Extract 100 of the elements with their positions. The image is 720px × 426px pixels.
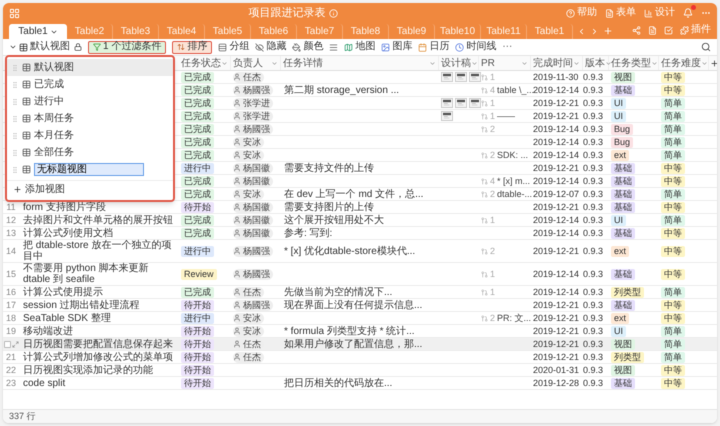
tag: 待开始 — [181, 300, 214, 310]
pull-request-icon — [481, 178, 488, 184]
owner-chip: 张学进 — [233, 110, 273, 122]
lock-icon[interactable] — [74, 43, 82, 51]
pull-request-icon — [481, 100, 488, 106]
column-header[interactable]: 任务类型 — [609, 56, 659, 70]
pr-text: PR: 文... — [497, 312, 532, 324]
toolbar-button[interactable]: 颜色 — [292, 41, 324, 53]
task-title: 日历视图实现添加记录的功能 — [23, 364, 154, 376]
scroll-right-icon[interactable] — [590, 26, 599, 36]
document-icon[interactable] — [648, 26, 657, 34]
drag-handle-icon — [11, 98, 19, 106]
column-header[interactable]: 完成时间 — [531, 56, 583, 70]
table-row[interactable]: 18 SeaTable SDK 整理 进行中 安冰 2 PR: 文... 2019-12-21 0.9.3 ext 中等 — [3, 312, 717, 325]
table-row[interactable]: 日历视图需要把配置信息保存起来 待开始 任杰 如果用户修改了配置信息，那... 2019-12-21 0.9.3 视图 简单 — [3, 338, 717, 351]
table-row[interactable]: 22 日历视图实现添加记录的功能 待开始 2020-01-31 0.9.3 视图 中等 — [3, 364, 717, 377]
table-row[interactable]: 16 计算公式使用提示 已完成 任杰 先做当前为空的情况下... 1 2019-12-14 0.9.3 列类型 简单 — [3, 286, 717, 299]
toolbar-button[interactable]: 隐藏 — [255, 41, 286, 53]
table-row[interactable]: 11 form 支持图片字段 待开始 杨国徽 需要支持图片的上传 2019-12-21 0.9.3 基础 中等 — [3, 201, 717, 214]
share-icon[interactable] — [632, 26, 641, 34]
table-row[interactable]: 17 session 过期出错处理流程 待开始 杨國强 现在界面上没有任何提示信息... 2019-12-21 0.9.3 基础 中等 — [3, 299, 717, 312]
tag: 已完成 — [181, 188, 214, 200]
version-text: 0.9.3 — [583, 245, 604, 257]
date-text: 2019-12-14 — [533, 84, 580, 96]
table-row[interactable]: 12 去掉图片和文件单元格的展开按钮 已完成 杨国徽 这个展开按钮用处不大 1 2019-12-14 0.9.3 UI 简单 — [3, 214, 717, 227]
column-header[interactable]: 任务详情 — [281, 56, 439, 70]
table-icon — [22, 165, 31, 174]
task-detail: 如果用户修改了配置信息，那... — [284, 338, 424, 350]
apps-icon[interactable] — [9, 8, 20, 18]
table-row[interactable]: 23 code split 待开始 把日历相关的代码放在... 2019-12-28 0.9.3 基础 中等 — [3, 377, 717, 390]
column-header[interactable]: PR — [479, 56, 531, 70]
tag: UI — [611, 110, 626, 122]
pull-request-icon — [481, 314, 488, 322]
view-name-field[interactable]: 无标题视图 — [34, 163, 144, 176]
view-item[interactable]: 默认视图 — [7, 59, 173, 76]
tag: 中等 — [661, 202, 685, 212]
tag: 中等 — [661, 300, 685, 310]
tag: 基础 — [611, 202, 635, 212]
row-number: 15 — [6, 268, 16, 280]
info-icon[interactable] — [328, 8, 338, 18]
add-column-icon[interactable] — [710, 58, 717, 68]
owner-chip: 杨国徽 — [233, 162, 273, 174]
row-number: 23 — [6, 377, 16, 389]
view-switcher[interactable]: 默认视图 — [9, 41, 70, 53]
version-text: 0.9.3 — [583, 268, 604, 280]
avatar-icon — [233, 99, 241, 107]
more-button[interactable]: ··· — [502, 41, 512, 53]
column-header[interactable]: 任务状态 — [179, 56, 231, 70]
search-icon[interactable] — [701, 42, 711, 52]
column-header[interactable]: 设计稿 — [439, 56, 479, 70]
puzzle-icon — [680, 26, 689, 34]
row-number: 22 — [6, 364, 16, 376]
row-checkbox[interactable] — [4, 340, 10, 348]
version-text: 0.9.3 — [583, 97, 604, 109]
task-detail: 参考: 写到: — [284, 228, 334, 238]
scroll-left-icon[interactable] — [577, 26, 586, 36]
task-title: 计算公式列增加修改公式的菜单项 — [23, 352, 174, 362]
column-header[interactable]: 负责人 — [231, 56, 281, 70]
avatar-icon — [233, 190, 241, 198]
version-text: 0.9.3 — [583, 123, 604, 135]
task-detail: 第二期 storage_version ... — [284, 84, 400, 96]
tag: 简单 — [661, 286, 685, 298]
tag: ext — [611, 312, 630, 324]
toolbar-button[interactable]: 时间线 — [455, 41, 496, 53]
table-row[interactable]: 21 计算公式列增加修改公式的菜单项 待开始 任杰 2019-12-21 0.9.3 列类型 简单 — [3, 351, 717, 364]
toolbar-chip[interactable]: 1 个过滤条件 — [88, 40, 166, 54]
window-title: 项目跟进记录表 — [248, 6, 326, 21]
toolbar-chip[interactable]: 排序 — [172, 40, 212, 54]
owner-chip: 安冰 — [233, 188, 264, 200]
row-height-icon[interactable] — [329, 42, 338, 52]
column-header[interactable]: 任务难度 — [659, 56, 709, 70]
task-title: 移动端改进 — [23, 326, 74, 336]
sort-icon — [177, 43, 186, 51]
column-header[interactable]: 版本 — [583, 56, 609, 70]
tag: 基础 — [611, 300, 635, 310]
date-text: 2019-11-30 — [533, 71, 578, 83]
toolbar-button[interactable]: 分组 — [218, 41, 250, 53]
toolbar-button[interactable]: 日历 — [418, 41, 450, 53]
table-tab[interactable]: Table1 — [9, 24, 67, 39]
owner-chip: 杨国徽 — [233, 202, 273, 212]
bell-icon[interactable] — [683, 8, 693, 18]
drag-handle-icon[interactable] — [11, 166, 19, 174]
version-text: 0.9.3 — [583, 377, 604, 389]
drag-handle-icon — [11, 148, 19, 156]
avatar-icon — [233, 288, 241, 296]
table-row[interactable]: 13 计算公式列使用文档 已完成 杨国徽 参考: 写到: 2019-12-14 0.9.3 基础 中等 — [3, 227, 717, 240]
tag: 简单 — [661, 214, 685, 226]
task-detail: 需要支持图片的上传 — [284, 202, 375, 212]
tag: 待开始 — [181, 338, 214, 350]
checkbox-icon[interactable] — [664, 26, 673, 34]
toolbar-button[interactable]: 地图 — [344, 41, 376, 53]
toolbar-button[interactable]: 图库 — [381, 41, 412, 53]
table-row[interactable]: 19 移动端改进 待开始 安冰 * formula 列类型支持 * 统计... 2019-12-21 0.9.3 UI 简单 — [3, 325, 717, 338]
date-text: 2019-12-14 — [533, 175, 580, 187]
add-table-icon[interactable] — [603, 26, 613, 36]
expand-icon[interactable] — [12, 340, 18, 348]
date-text: 2019-12-21 — [533, 162, 580, 174]
drag-handle-icon — [11, 132, 19, 140]
drag-handle-icon — [11, 64, 19, 72]
pr-count: 1 — [490, 97, 496, 109]
